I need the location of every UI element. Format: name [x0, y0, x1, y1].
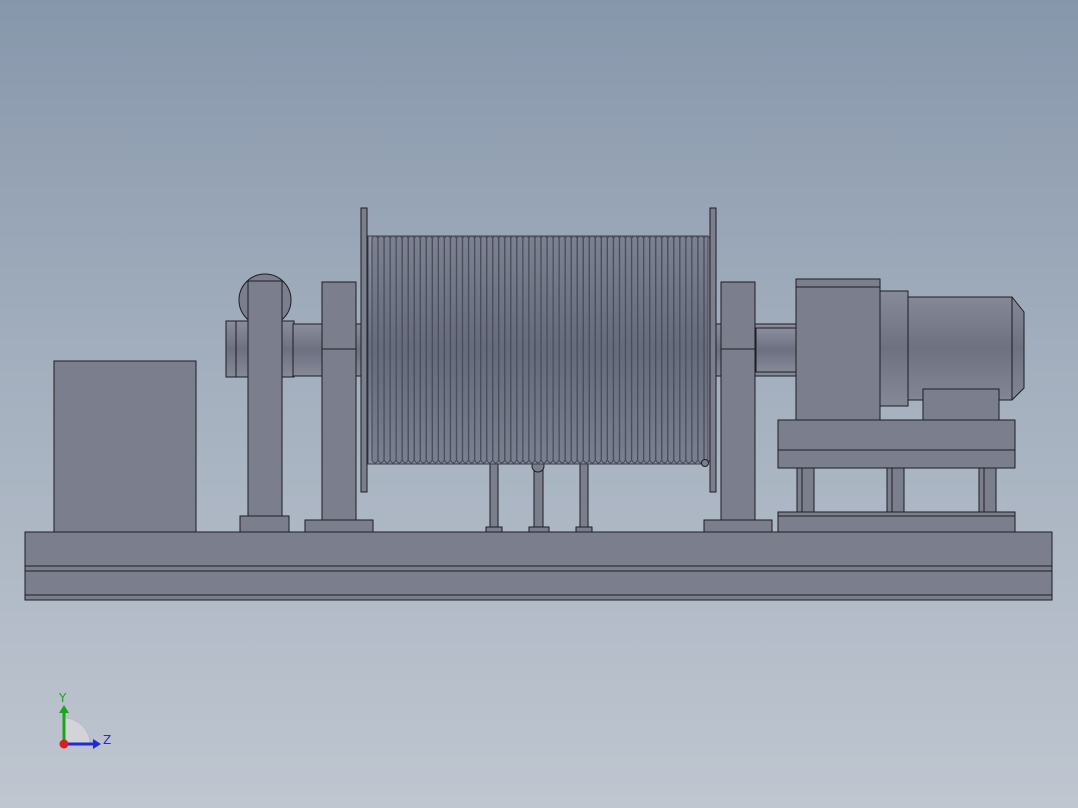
- rope-turn: [431, 235, 439, 464]
- rope-turn: [552, 235, 560, 464]
- rope-turn: [600, 235, 608, 464]
- rope-turn: [612, 235, 621, 464]
- rope-turn: [504, 235, 512, 464]
- rope-turn: [588, 235, 596, 464]
- rope-turn: [401, 235, 409, 464]
- rope-turn: [667, 235, 675, 464]
- rope-turn: [449, 235, 458, 464]
- rope-turn: [528, 235, 536, 464]
- rope-turn: [516, 235, 524, 464]
- rope-turn: [437, 235, 445, 464]
- rope-turn: [425, 235, 433, 464]
- motor-base: [777, 419, 1016, 533]
- rope-turn: [564, 235, 572, 464]
- rope-turn: [618, 235, 627, 464]
- triad-x-axis: [59, 739, 69, 749]
- rope-turn: [661, 235, 669, 464]
- rope-turn: [389, 235, 397, 464]
- rope-turn: [624, 235, 633, 464]
- rope-turn: [461, 235, 470, 464]
- rope-turn: [679, 235, 687, 464]
- rope-turn: [540, 235, 548, 464]
- rope-turn: [594, 235, 602, 464]
- rope-turn: [691, 235, 699, 464]
- graphics-viewport[interactable]: Y Z: [0, 0, 1078, 808]
- rope-turn: [570, 235, 578, 464]
- rope-turn: [576, 235, 584, 464]
- base-frame: [24, 531, 1053, 601]
- rope-turn: [673, 235, 681, 464]
- rope-turn: [606, 235, 614, 464]
- rope-clamp: [701, 459, 709, 467]
- winch-assembly-model[interactable]: [0, 0, 1078, 808]
- triad-xz-plane: [63, 717, 91, 745]
- rope-turn: [492, 235, 500, 464]
- rope-turn: [697, 235, 705, 464]
- rope-turn: [534, 235, 542, 464]
- electric-motor: [879, 290, 1025, 421]
- rope-turn: [637, 235, 645, 464]
- rope-turn: [419, 235, 427, 464]
- right-drum-pedestal: [703, 281, 797, 533]
- rope-turn: [407, 235, 415, 464]
- rope-turn: [371, 235, 379, 464]
- rope-turn: [468, 235, 476, 464]
- triad-y-label: Y: [58, 691, 67, 705]
- rope-turn: [510, 235, 518, 464]
- rope-turn: [655, 235, 663, 464]
- rope-turn: [582, 235, 590, 464]
- rope-turn: [480, 235, 488, 464]
- rope-turn: [649, 235, 657, 464]
- rope-turns: [371, 235, 711, 464]
- rope-turn: [486, 235, 494, 464]
- rope-turn: [546, 235, 554, 464]
- rope-turn: [643, 235, 651, 464]
- coordinate-triad: Y Z: [58, 691, 111, 749]
- control-box: [53, 360, 197, 533]
- gear-reducer: [795, 278, 881, 421]
- rope-turn: [413, 235, 421, 464]
- rope-turn: [443, 235, 451, 464]
- rope-turn: [558, 235, 566, 464]
- triad-z-label: Z: [103, 733, 111, 747]
- rope-turn: [522, 235, 530, 464]
- rope-turn: [383, 235, 391, 464]
- left-bearing-support: [225, 273, 295, 533]
- rope-turn: [395, 235, 403, 464]
- rope-turn: [703, 235, 711, 464]
- rope-turn: [474, 235, 482, 464]
- rope-turn: [685, 235, 693, 464]
- drum-support-posts: [485, 459, 593, 533]
- rope-turn: [455, 235, 464, 464]
- rope-turn: [377, 235, 385, 464]
- rope-turn: [498, 235, 506, 464]
- rope-turn: [631, 235, 639, 464]
